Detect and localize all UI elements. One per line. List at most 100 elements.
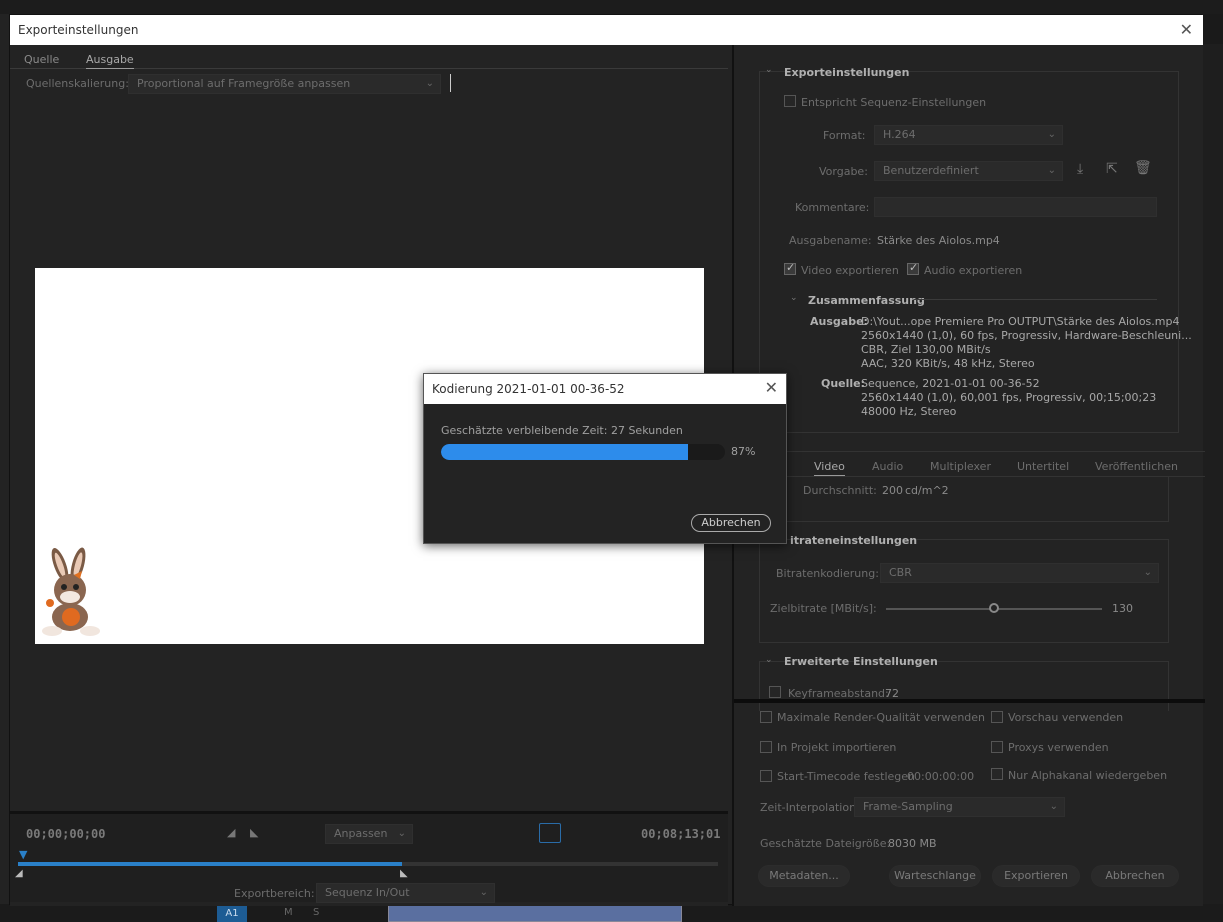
close-icon[interactable]: ✕ [765,378,778,397]
max-render-checkbox[interactable] [760,711,772,723]
import-project-checkbox[interactable] [760,741,772,753]
mark-out-icon[interactable]: ◣ [250,826,258,839]
background-app-left [0,14,9,922]
alpha-only-checkbox[interactable] [991,768,1003,780]
close-icon[interactable]: ✕ [1180,20,1193,39]
background-app-top [0,0,1223,14]
bitrate-encoding-select[interactable]: CBR ⌄ [880,563,1159,583]
out-handle-icon[interactable]: ◣ [400,868,408,879]
filesize-label: Geschätzte Dateigröße: [760,837,891,850]
tab-publish[interactable]: Veröffentlichen [1095,460,1178,473]
preset-label: Vorgabe: [819,165,868,178]
fit-select[interactable]: Anpassen ⌄ [325,824,413,844]
start-timecode-value[interactable]: 00:00:00:00 [907,770,974,783]
target-bitrate-label: Zielbitrate [MBit/s]: [770,602,877,615]
summary-heading: Zusammenfassung [808,294,925,307]
source-scaling-value: Proportional auf Framegröße anpassen [137,77,351,90]
remaining-time-text: Geschätzte verbleibende Zeit: 27 Sekunde… [441,424,683,437]
cancel-button[interactable]: Abbrechen [1091,865,1179,887]
advanced-heading: Erweiterte Einstellungen [784,655,938,668]
metadata-button[interactable]: Metadaten... [758,865,850,887]
tab-output[interactable]: Ausgabe [86,53,134,69]
start-timecode-checkbox[interactable] [760,770,772,782]
export-audio-checkbox[interactable] [907,261,919,275]
advanced-section [759,661,1169,711]
format-label: Format: [823,129,866,142]
preview-checkbox[interactable] [991,711,1003,723]
chevron-down-icon: ⌄ [397,828,406,839]
average-label: Durchschnitt: [803,484,877,497]
time-interp-select[interactable]: Frame-Sampling ⌄ [854,797,1065,817]
chevron-down-icon: ⌄ [1143,567,1152,578]
summary-output-line: CBR, Ziel 130,00 MBit/s [861,343,991,356]
encoding-title: Kodierung 2021-01-01 00-36-52 [432,382,625,396]
comments-label: Kommentare: [795,201,870,214]
chevron-down-icon[interactable]: ⌄ [790,293,798,303]
chevron-down-icon: ⌄ [425,78,434,89]
encoding-dialog: Kodierung 2021-01-01 00-36-52 ✕ Geschätz… [423,373,787,544]
time-interp-value: Frame-Sampling [863,800,953,813]
encoding-titlebar: Kodierung 2021-01-01 00-36-52 ✕ [424,374,786,404]
timecode-start[interactable]: 00;00;00;00 [26,827,105,841]
solo-button[interactable]: S [313,907,319,918]
output-name-value[interactable]: Stärke des Aiolos.mp4 [877,234,1000,247]
source-scaling-select[interactable]: Proportional auf Framegröße anpassen ⌄ [128,74,441,94]
playhead-icon[interactable]: ▼ [19,848,27,861]
keyframe-checkbox[interactable] [769,686,781,698]
preset-select[interactable]: Benutzerdefiniert ⌄ [874,161,1063,181]
bitrate-heading: itrateneinstellungen [790,534,918,547]
audio-clip[interactable] [388,905,682,922]
fit-value: Anpassen [334,827,388,840]
save-preset-icon[interactable]: ⤓ [1077,161,1083,177]
chevron-down-icon: ⌄ [1047,129,1056,140]
export-video-label: Video exportieren [801,264,899,277]
export-settings-heading: Exporteinstellungen [784,66,910,79]
preview-label: Vorschau verwenden [1008,711,1124,724]
comments-input[interactable] [874,197,1157,217]
start-timecode-label: Start-Timecode festlegen [777,770,916,783]
encoding-cancel-button[interactable]: Abbrechen [691,514,771,532]
tab-multiplexer[interactable]: Multiplexer [930,460,991,473]
trash-icon[interactable]: 🗑 [1134,160,1152,176]
export-button[interactable]: Exportieren [992,865,1080,887]
tab-source[interactable]: Quelle [24,53,59,66]
summary-source-line: 48000 Hz, Stereo [861,405,957,418]
bitrate-encoding-value: CBR [889,566,912,579]
average-value[interactable]: 200 [882,484,903,497]
proxies-checkbox[interactable] [991,741,1003,753]
queue-button[interactable]: Warteschlange [889,865,981,887]
format-select[interactable]: H.264 ⌄ [874,125,1063,145]
import-project-label: In Projekt importieren [777,741,897,754]
tab-audio[interactable]: Audio [872,460,903,473]
time-interp-label: Zeit-Interpolation: [760,801,860,814]
export-video-checkbox[interactable] [784,261,796,275]
target-bitrate-value[interactable]: 130 [1112,602,1133,615]
alpha-only-label: Nur Alphakanal wiedergeben [1008,769,1168,782]
chevron-down-icon: ⌄ [1049,801,1058,812]
import-preset-icon[interactable]: ⇱ [1106,161,1118,177]
aspect-toggle-icon[interactable] [539,823,561,843]
bitrate-encoding-label: Bitratenkodierung: [776,567,879,580]
in-handle-icon[interactable]: ◢ [15,868,23,879]
dialog-titlebar: Exporteinstellungen ✕ [10,15,1203,45]
progress-percent: 87% [731,445,756,458]
match-sequence-checkbox[interactable] [784,95,796,107]
preset-value: Benutzerdefiniert [883,164,979,177]
chevron-down-icon[interactable]: ⌄ [765,655,773,665]
tab-video[interactable]: Video [814,460,845,476]
target-bitrate-knob[interactable] [989,603,999,613]
timeline-range-bar[interactable] [18,862,718,866]
encoding-progress-bar [441,444,725,460]
tab-subtitles[interactable]: Untertitel [1017,460,1069,473]
track-a1-button[interactable]: A1 [217,906,247,922]
chevron-down-icon[interactable]: ⌄ [765,65,773,75]
match-sequence-label: Entspricht Sequenz-Einstellungen [801,96,987,109]
mark-in-icon[interactable]: ◢ [227,826,235,839]
summary-source-line: 2560x1440 (1,0), 60,001 fps, Progressiv,… [861,391,1157,404]
text-cursor [450,74,451,92]
export-range-select[interactable]: Sequenz In/Out ⌄ [316,883,495,903]
source-scaling-label: Quellenskalierung: [26,77,129,90]
timecode-end[interactable]: 00;08;13;01 [641,827,720,841]
timeline-range-fill [18,862,402,866]
mute-button[interactable]: M [284,907,293,918]
